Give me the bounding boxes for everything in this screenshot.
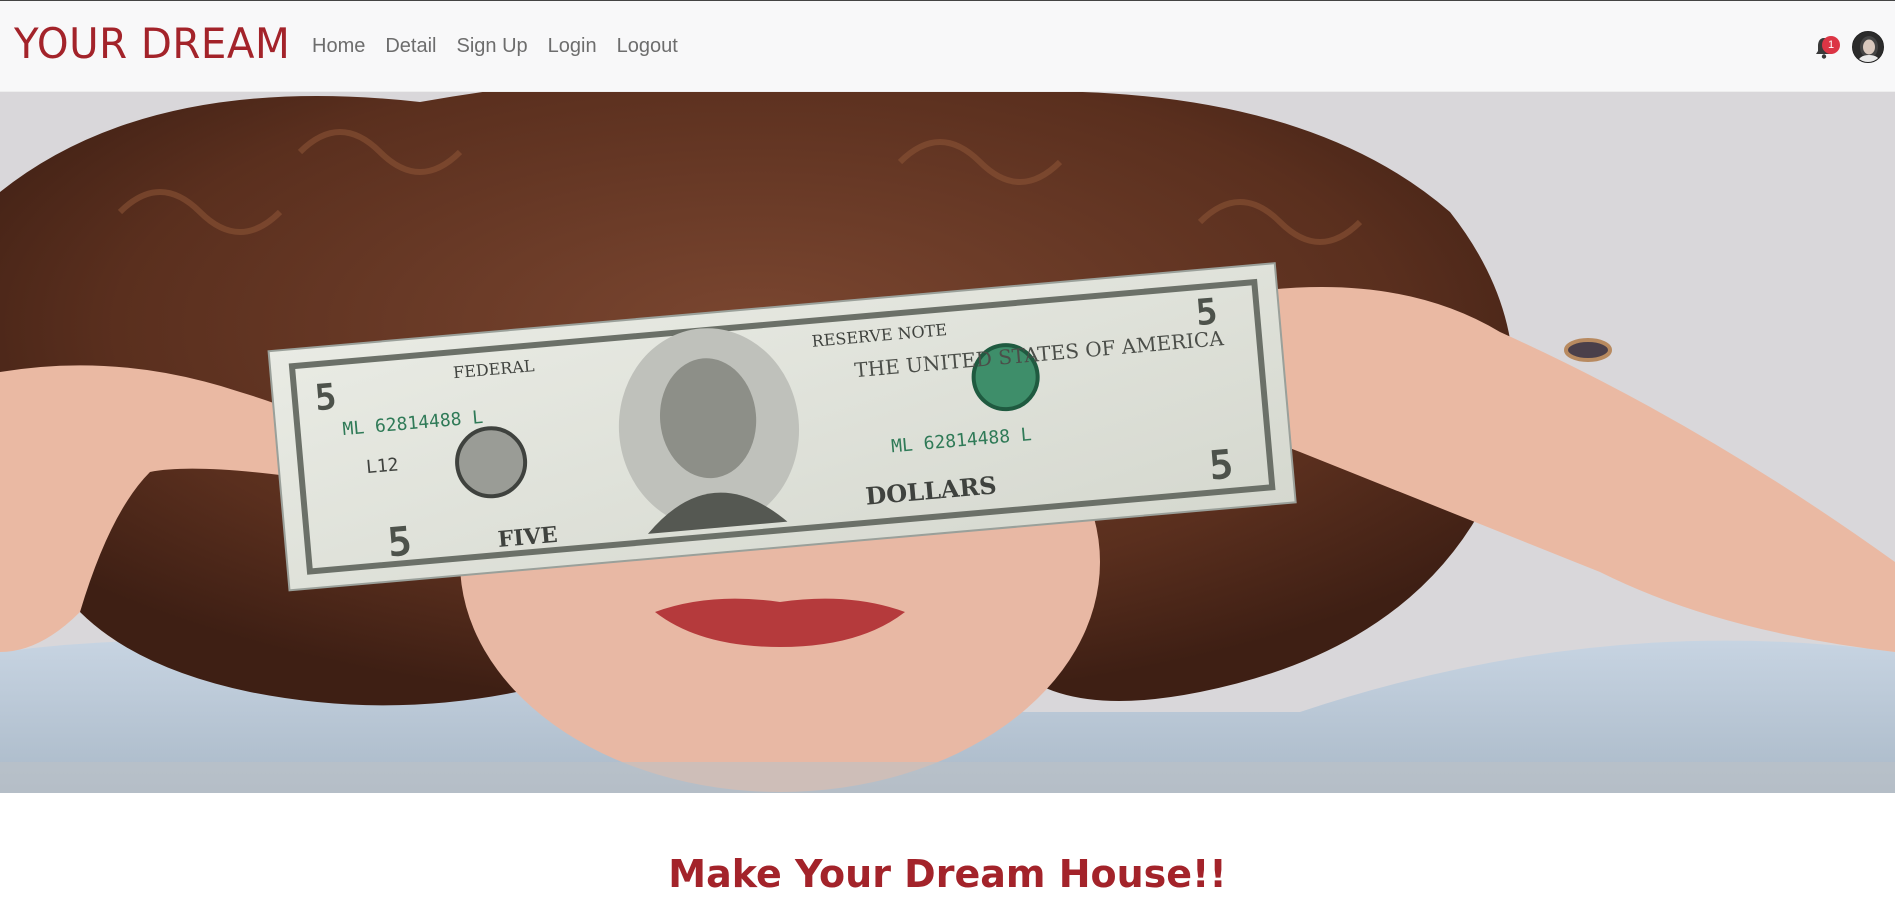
svg-text:L12: L12 [365, 454, 399, 478]
brand-logo[interactable]: YOUR DREAM [14, 19, 290, 68]
page-headline: Make Your Dream House!! [668, 852, 1227, 896]
notification-badge: 1 [1822, 36, 1840, 54]
top-navbar: YOUR DREAM Home Detail Sign Up Login Log… [0, 0, 1895, 92]
hero-image: 5 5 5 5 FEDERAL RESERVE NOTE THE UNITED … [0, 92, 1895, 793]
nav-detail-link[interactable]: Detail [385, 35, 436, 58]
user-avatar[interactable] [1852, 31, 1884, 63]
nav-signup-link[interactable]: Sign Up [457, 35, 528, 58]
svg-text:FIVE: FIVE [497, 522, 559, 553]
hero-photo: 5 5 5 5 FEDERAL RESERVE NOTE THE UNITED … [0, 92, 1895, 793]
nav-links: Home Detail Sign Up Login Logout [312, 35, 698, 58]
nav-home-link[interactable]: Home [312, 35, 365, 58]
svg-text:5: 5 [386, 519, 414, 567]
nav-logout-link[interactable]: Logout [617, 35, 678, 58]
svg-text:5: 5 [1207, 442, 1235, 490]
nav-login-link[interactable]: Login [548, 35, 597, 58]
svg-text:5: 5 [313, 377, 338, 420]
